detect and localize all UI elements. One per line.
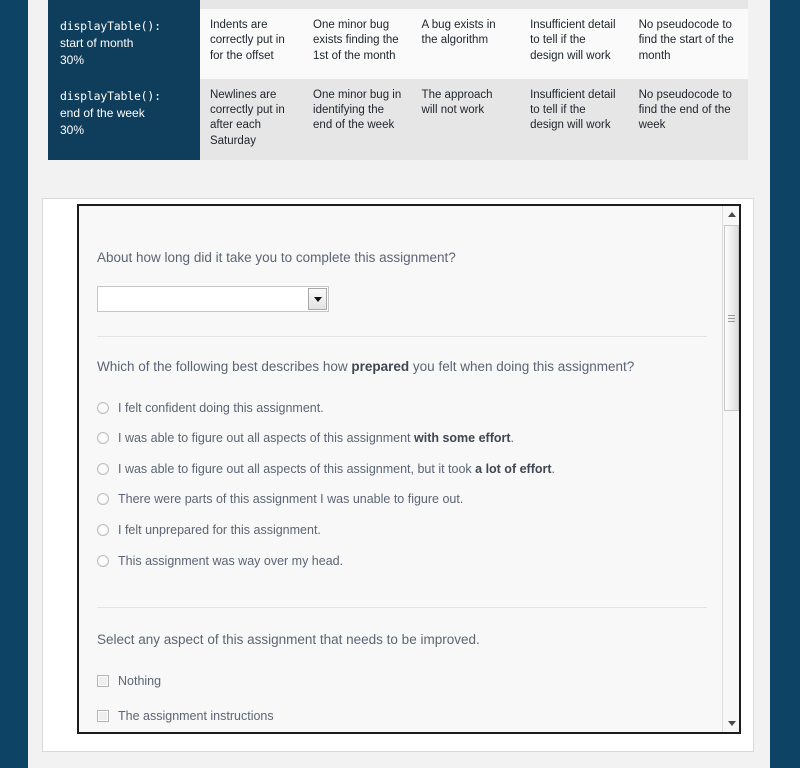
table-row: displayTable(): end of the week 30% Newl… [48, 79, 748, 160]
radio-button-icon[interactable] [97, 493, 109, 506]
improve-option-list: Nothing The assignment instructions [79, 651, 725, 733]
table-row: displayTable(): start of month 30% Inden… [48, 9, 748, 80]
checkbox-icon[interactable] [97, 674, 109, 687]
checkbox-option-label: Nothing [118, 673, 162, 688]
radio-option-emphasis: a lot of effort [475, 461, 552, 476]
question-prepared-label-part1: Which of the following best describes ho… [97, 359, 352, 375]
rubric-criterion-cell [48, 0, 200, 10]
checkbox-option-1[interactable]: Nothing [97, 673, 707, 690]
rubric-criterion-weight: 30% [60, 52, 85, 67]
duration-select-value [98, 287, 308, 311]
top-spacer [79, 206, 725, 248]
survey-form: About how long did it take you to comple… [79, 206, 725, 732]
radio-button-icon[interactable] [97, 432, 109, 445]
rubric-criterion-function: displayTable(): [60, 19, 161, 34]
radio-option-6[interactable]: This assignment was way over my head. [97, 553, 707, 570]
checkbox-icon[interactable] [97, 710, 109, 723]
question-duration: About how long did it take you to comple… [79, 248, 725, 268]
rubric-cell: No pseudocode to find the end of the wee… [628, 79, 748, 160]
rubric-cell: Indents are correctly put in for the off… [199, 9, 304, 80]
radio-option-tail: . [510, 431, 515, 446]
radio-button-icon[interactable] [97, 524, 109, 536]
triangle-up-icon[interactable] [723, 206, 739, 223]
radio-option-label: I felt confident doing this assignment. [118, 400, 324, 415]
rubric-criterion-cell: displayTable(): start of month 30% [48, 9, 200, 80]
chevron-down-icon[interactable] [308, 288, 327, 311]
rubric-cell: Insufficient detail to tell if the desig… [520, 79, 629, 160]
radio-option-3[interactable]: I was able to figure out all aspects of … [97, 461, 707, 478]
question-improve: Select any aspect of this assignment tha… [79, 608, 725, 650]
rubric-cell: The approach will not work [411, 79, 521, 160]
radio-option-4[interactable]: There were parts of this assignment I wa… [97, 491, 707, 508]
radio-button-icon[interactable] [97, 401, 109, 414]
vertical-scrollbar[interactable] [722, 206, 739, 732]
rubric-cell: Insufficient detail to tell if the desig… [520, 9, 629, 80]
survey-card: About how long did it take you to comple… [42, 198, 754, 752]
question-duration-label: About how long did it take you to comple… [97, 250, 456, 265]
grip-lines-icon [728, 313, 735, 324]
triangle-down-icon[interactable] [723, 715, 739, 732]
radio-option-tail: . [551, 461, 556, 476]
page-background: name byz is inefficient displayTable(): … [28, 0, 770, 768]
rubric-criterion-detail: end of the week [60, 105, 145, 120]
rubric-cell: One minor bug in identifying the end of … [303, 79, 412, 160]
rubric-criterion-cell: displayTable(): end of the week 30% [48, 79, 200, 160]
rubric-criterion-weight: 30% [60, 122, 85, 137]
radio-option-label: I was able to figure out all aspects of … [118, 431, 414, 446]
table-row: name byz is inefficient [48, 0, 748, 10]
radio-option-label: This assignment was way over my head. [118, 553, 344, 568]
radio-option-2[interactable]: I was able to figure out all aspects of … [97, 430, 707, 447]
duration-select[interactable] [97, 286, 329, 313]
rubric-cell: A bug exists in the algorithm [411, 9, 521, 80]
rubric-criterion-detail: start of month [60, 36, 134, 51]
rubric-cell [411, 0, 521, 10]
radio-button-icon[interactable] [97, 554, 109, 567]
rubric-cell: Newlines are correctly put in after each… [199, 79, 304, 160]
radio-option-emphasis: with some effort [414, 431, 511, 446]
rubric-cell: name byz [199, 0, 304, 10]
rubric-cell [628, 0, 748, 10]
checkbox-option-2[interactable]: The assignment instructions [97, 708, 707, 725]
question-prepared-label-part2: you felt when doing this assignment? [409, 359, 635, 375]
radio-option-label: I was able to figure out all aspects of … [118, 461, 476, 476]
rubric-cell [520, 0, 629, 10]
radio-option-5[interactable]: I felt unprepared for this assignment. [97, 522, 707, 539]
radio-option-label: There were parts of this assignment I wa… [118, 492, 464, 507]
question-prepared-label-emphasis: prepared [351, 359, 410, 375]
rubric-criterion-function: displayTable(): [60, 89, 161, 104]
checkbox-option-label: The assignment instructions [118, 709, 274, 724]
scrollbar-thumb[interactable] [724, 225, 739, 411]
question-prepared-label: Which of the following best describes ho… [97, 357, 707, 377]
survey-scroll-container[interactable]: About how long did it take you to comple… [77, 204, 741, 734]
question-prepared: Which of the following best describes ho… [79, 337, 725, 377]
radio-option-label: I felt unprepared for this assignment. [118, 523, 321, 537]
radio-option-1[interactable]: I felt confident doing this assignment. [97, 400, 707, 417]
rubric-table: name byz is inefficient displayTable(): … [48, 0, 748, 160]
rubric-cell: One minor bug exists finding the 1st of … [303, 9, 412, 80]
duration-select-row [79, 268, 725, 336]
rubric-cell: No pseudocode to find the start of the m… [628, 9, 748, 80]
prepared-option-list: I felt confident doing this assignment. … [79, 378, 725, 576]
rubric-cell: is inefficient [303, 0, 412, 10]
radio-button-icon[interactable] [97, 462, 109, 475]
question-improve-label: Select any aspect of this assignment tha… [97, 632, 480, 648]
